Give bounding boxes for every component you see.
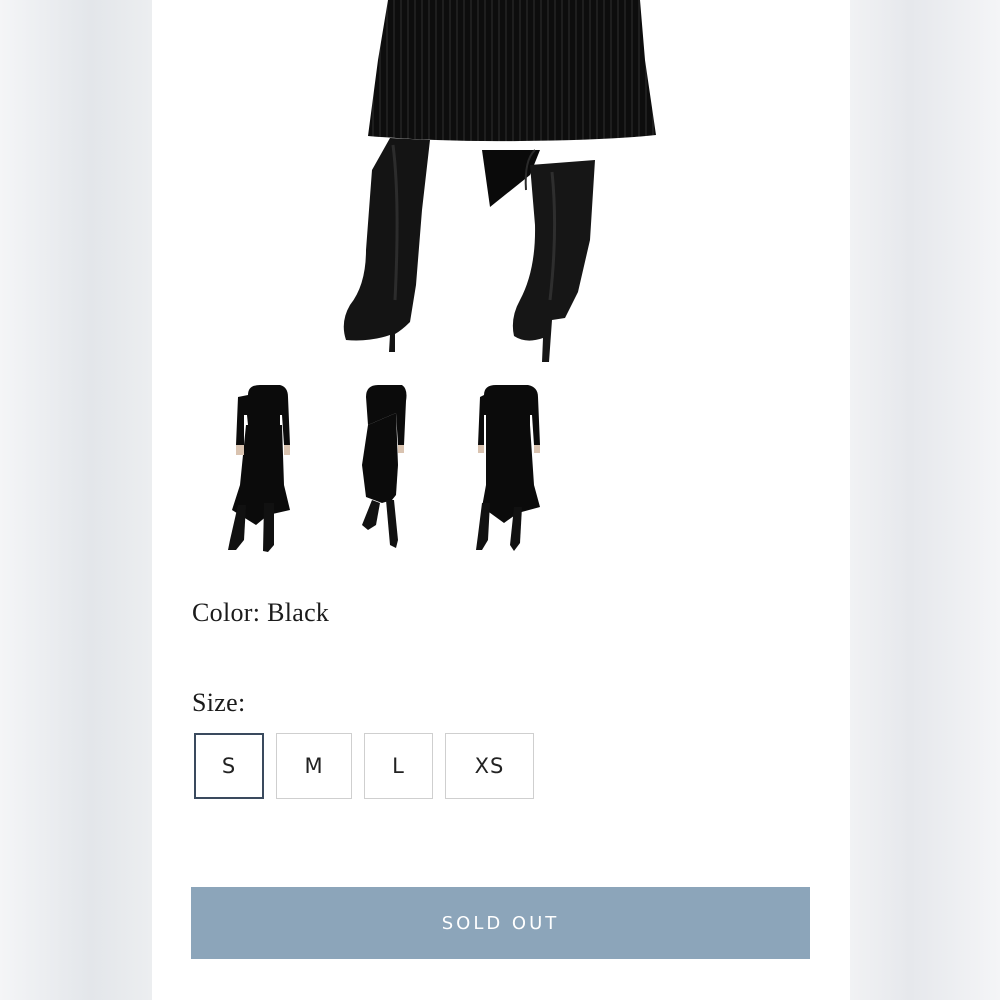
size-option-xs[interactable]: XS xyxy=(445,733,534,799)
thumbnail-back-view[interactable] xyxy=(474,385,564,560)
thumbnail-side-view[interactable] xyxy=(352,385,442,560)
color-value: Black xyxy=(267,598,330,627)
size-selector: S M L XS xyxy=(0,733,1000,799)
color-label: Color: xyxy=(192,598,261,627)
main-product-image[interactable] xyxy=(190,0,690,370)
size-label: Size: xyxy=(192,688,246,717)
size-option-s[interactable]: S xyxy=(194,733,264,799)
color-selection-text: Color: Black xyxy=(192,598,329,628)
size-option-m[interactable]: M xyxy=(276,733,352,799)
thumbnail-strip xyxy=(0,385,1000,560)
size-option-l[interactable]: L xyxy=(364,733,433,799)
thumbnail-front-view[interactable] xyxy=(218,385,308,560)
sold-out-button[interactable]: SOLD OUT xyxy=(191,887,810,959)
